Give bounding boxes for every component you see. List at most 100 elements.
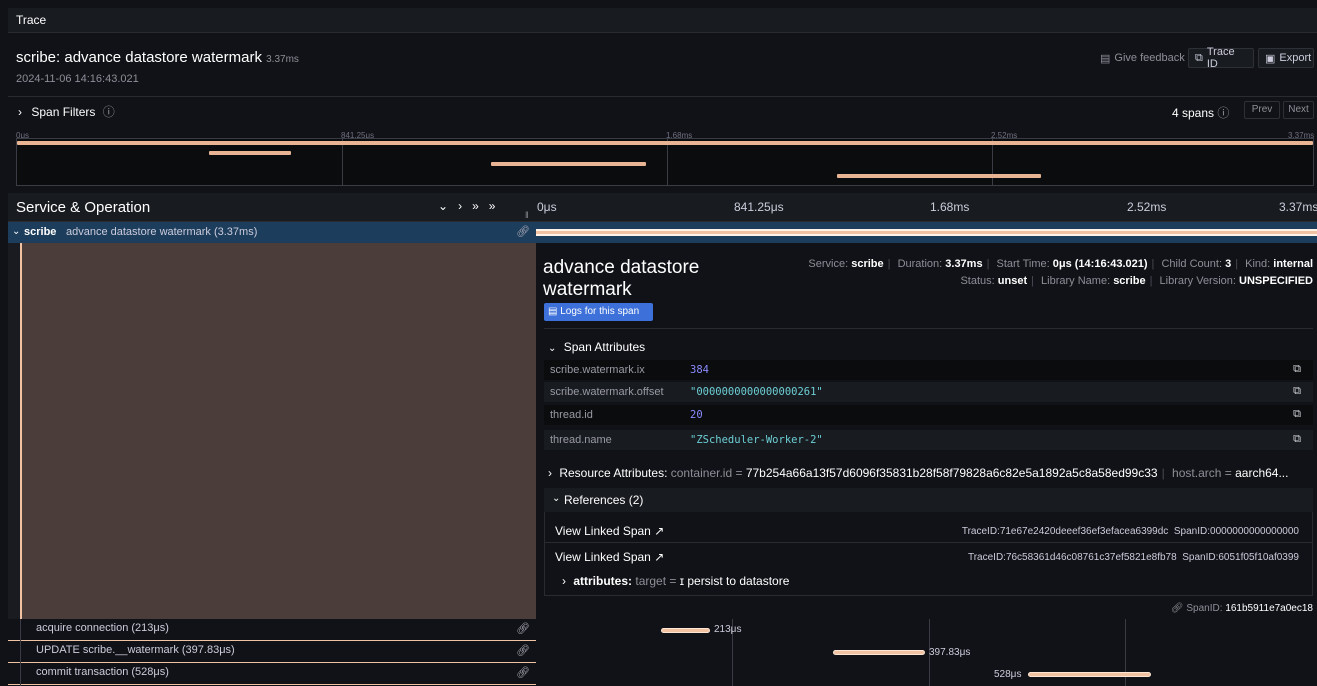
attribute-value: 384 <box>690 364 709 376</box>
attribute-row: scribe.watermark.ix 384 ⧉ <box>544 360 1313 380</box>
minimap-gridline <box>342 139 343 185</box>
span-count-text: 4 spans <box>1172 106 1215 120</box>
resource-attributes-label: Resource Attributes: <box>559 466 668 480</box>
view-linked-span-link[interactable]: View Linked Span ↗ <box>555 524 664 538</box>
detail-left-panel <box>20 243 536 619</box>
external-link-icon: ↗ <box>654 550 665 564</box>
span-attributes-toggle[interactable]: ⌄ Span Attributes <box>548 340 645 354</box>
link-icon[interactable]: 🔗︎ <box>516 666 530 679</box>
meta-key: Start Time: <box>996 258 1050 270</box>
logs-for-span-button[interactable]: ▤ Logs for this span <box>544 303 653 321</box>
span-title-line2: watermark <box>543 279 632 300</box>
trace-id-button[interactable]: ⧉ Trace ID <box>1188 46 1254 70</box>
reference-trace-id: TraceID:76c58361d46c08761c37ef5821e8fb78 <box>967 552 1177 563</box>
span-filters-toggle[interactable]: › Span Filters ⓘ <box>18 103 115 120</box>
meta-key: Duration: <box>897 258 943 270</box>
link-icon[interactable]: 🔗︎ <box>516 644 530 657</box>
next-button[interactable]: Next <box>1283 101 1314 119</box>
minimap-gridline <box>992 139 993 185</box>
attribute-row: thread.name "ZScheduler-Worker-2" ⧉ <box>544 430 1313 450</box>
chevron-right-icon[interactable]: › <box>458 199 472 213</box>
double-chevron-right-icon[interactable]: » <box>489 199 506 213</box>
chevron-right-icon: › <box>18 105 22 119</box>
trace-title-text: scribe: advance datastore watermark <box>16 49 262 66</box>
resource-attributes-toggle[interactable]: › Resource Attributes: container.id = 77… <box>548 466 1313 480</box>
chevron-down-icon[interactable]: ⌄ <box>12 226 20 237</box>
span-id-footer: 🔗︎ SpanID: 161b5911e7a0ec18 <box>1171 603 1313 614</box>
reference-ids: TraceID:71e67e2420deeef36ef3efacea6399dc… <box>962 526 1299 537</box>
child-rows-indent-line <box>20 619 21 686</box>
link-icon[interactable]: 🔗︎ <box>516 225 530 238</box>
root-span-bar <box>536 229 1317 236</box>
attribute-key: thread.name <box>550 434 612 446</box>
references-header[interactable]: ⌄ References (2) <box>544 488 1313 512</box>
reference-attribute-key: target <box>635 574 667 588</box>
view-linked-span-label: View Linked Span <box>555 524 651 538</box>
resource-key: container.id <box>670 466 733 480</box>
column-resizer[interactable]: ‖ <box>525 210 529 220</box>
double-chevron-down-icon[interactable]: » <box>472 199 489 213</box>
attribute-key: scribe.watermark.offset <box>550 386 664 398</box>
meta-key: Service: <box>808 258 849 270</box>
attribute-value: 20 <box>690 409 703 421</box>
resource-key: host.arch <box>1172 466 1222 480</box>
minimap-span-bar <box>491 162 646 166</box>
span-row-root[interactable]: ⌄ scribe advance datastore watermark (3.… <box>8 222 536 243</box>
meta-value: scribe <box>1113 275 1146 287</box>
timeline-tick: 0μs <box>537 200 557 214</box>
copy-icon[interactable]: ⧉ <box>1293 408 1301 421</box>
span-id-key: SpanID: <box>1186 603 1223 614</box>
attribute-key: thread.id <box>550 409 593 421</box>
copy-icon[interactable]: ⧉ <box>1293 363 1301 376</box>
export-label: Export <box>1279 52 1312 64</box>
meta-value: scribe <box>851 258 884 270</box>
copy-icon[interactable]: ⧉ <box>1293 433 1301 446</box>
link-icon[interactable]: 🔗︎ <box>1171 603 1184 614</box>
chevron-down-icon[interactable]: ⌄ <box>438 199 458 213</box>
span-bar[interactable] <box>1028 672 1151 677</box>
panel-header <box>8 8 1317 33</box>
info-icon: ⓘ <box>1217 106 1230 120</box>
link-icon[interactable]: 🔗︎ <box>516 622 530 635</box>
give-feedback-label: Give feedback <box>1114 52 1185 64</box>
root-timeline-cell[interactable] <box>536 222 1317 243</box>
reference-attributes-toggle[interactable]: › attributes: target = ɪ persist to data… <box>562 574 789 588</box>
trace-duration: 3.37ms <box>266 54 299 65</box>
collapse-controls: ⌄›»» <box>438 199 505 213</box>
references-label: References (2) <box>564 493 644 507</box>
span-row[interactable]: UPDATE scribe.__watermark (397.83μs) 🔗︎ <box>8 641 536 663</box>
prev-button[interactable]: Prev <box>1244 101 1280 119</box>
trace-id-label: Trace ID <box>1206 46 1235 70</box>
minimap[interactable] <box>16 138 1314 186</box>
timeline-tick: 2.52ms <box>1127 200 1167 214</box>
logs-button-label: Logs for this span <box>560 306 640 317</box>
child-timeline[interactable]: 213μs 397.83μs 528μs <box>536 619 1317 686</box>
meta-key: Child Count: <box>1161 258 1223 270</box>
attribute-value: "ZScheduler-Worker-2" <box>690 434 823 446</box>
meta-value: UNSPECIFIED <box>1239 275 1313 287</box>
reference-span-id: SpanID:0000000000000000 <box>1173 526 1299 537</box>
minimap-gridline <box>667 139 668 185</box>
span-detail-title: advance datastore watermark <box>543 257 699 301</box>
view-linked-span-label: View Linked Span <box>555 550 651 564</box>
span-row[interactable]: acquire connection (213μs) 🔗︎ <box>8 619 536 641</box>
chevron-down-icon: ⌄ <box>552 493 561 504</box>
meta-key: Kind: <box>1245 258 1271 270</box>
span-bar[interactable] <box>833 650 925 655</box>
span-bar[interactable] <box>661 628 710 633</box>
view-linked-span-link[interactable]: View Linked Span ↗ <box>555 550 664 564</box>
copy-icon[interactable]: ⧉ <box>1293 385 1301 398</box>
reference-attributes-label: attributes: <box>573 574 633 588</box>
export-button[interactable]: ▣ Export <box>1258 48 1314 68</box>
trace-timestamp: 2024-11-06 14:16:43.021 <box>16 73 139 85</box>
minimap-span-bar <box>209 151 291 155</box>
span-row[interactable]: commit transaction (528μs) 🔗︎ <box>8 663 536 685</box>
timeline-header <box>8 193 1317 222</box>
span-attributes-label: Span Attributes <box>563 340 646 354</box>
service-operation-title: Service & Operation <box>16 199 151 216</box>
meta-value: 3.37ms <box>945 258 983 270</box>
save-icon: ▣ <box>1265 52 1276 65</box>
meta-key: Status: <box>960 275 995 287</box>
reference-attribute-value: ɪ persist to datastore <box>679 574 790 588</box>
give-feedback-link[interactable]: ▤ Give feedback <box>1100 48 1185 68</box>
